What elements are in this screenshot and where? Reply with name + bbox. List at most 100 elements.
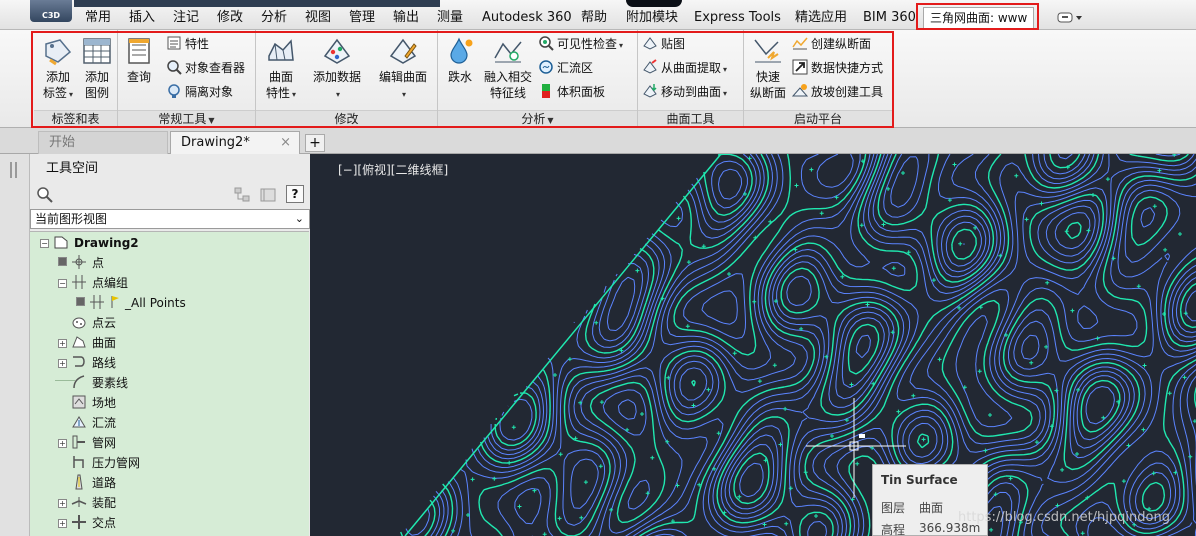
tree-item-assemblies[interactable]: + 装配 [58,493,116,513]
catchment-area-label: 汇流区 [557,61,594,75]
add-labels-button[interactable]: 添加 标签 ▾ [38,36,78,103]
volume-panel-button[interactable]: 体积面板 [538,82,605,102]
hierarchy-icon[interactable] [234,187,250,203]
object-viewer-label: 对象查看器 [185,61,246,75]
view-dropdown[interactable]: 当前图形视图 ⌄ [30,209,310,229]
tree-item-points[interactable]: 点 [58,253,104,273]
query-button[interactable]: 查询 [120,36,158,85]
dropdown-caret-icon: ▾ [401,90,406,99]
panel-title-analysis-text: 分析 [521,112,546,126]
tab-drawing2[interactable]: Drawing2* × [170,131,300,154]
tree-item-surfaces[interactable]: + 曲面 [58,333,116,353]
panel-title-general[interactable]: 常规工具 ▼ [118,110,255,126]
tree-item-pipe-networks[interactable]: + 管网 [58,433,116,453]
tree-item-pressure-networks[interactable]: 压力管网 [58,453,140,473]
add-data-button[interactable]: 添加数据 ▾ [308,36,366,103]
catchment-feature-line-button[interactable]: 融入相交 特征线 [480,36,536,101]
panel-title-analysis[interactable]: 分析 ▼ [438,110,637,126]
tree-item-intersections[interactable]: + 交点 [58,513,116,533]
menu-bar: C3D 常用 插入 注记 修改 分析 视图 管理 输出 测量 Autodesk … [0,0,1196,30]
expand-icon[interactable]: + [58,359,67,368]
surface-icon [72,336,86,348]
tab-start[interactable]: 开始 [38,131,168,154]
tree-item-point-clouds[interactable]: 点云 [58,313,116,333]
tree-root-label: Drawing2 [74,236,139,250]
tree-item-catchments[interactable]: 汇流 [58,413,116,433]
add-legend-line2: 图例 [84,86,109,100]
expand-icon[interactable]: + [58,499,67,508]
menu-tab-express-tools[interactable]: Express Tools [694,9,781,27]
menu-tab-home[interactable]: 常用 [85,9,111,27]
panel-title-modify: 修改 [256,110,437,126]
menu-tab-output[interactable]: 输出 [393,9,419,27]
viewport-controls-label[interactable]: [−][俯视][二维线框] [338,161,448,178]
menu-tab-insert[interactable]: 插入 [129,9,155,27]
close-icon[interactable]: × [280,132,291,154]
feature-line-icon [494,41,522,63]
water-drop-button[interactable]: 跌水 [442,36,478,85]
panel-title-labels: 标签和表 [34,110,117,126]
add-legend-button[interactable]: 添加 图例 [78,36,116,101]
water-drop-label: 跌水 [447,70,472,84]
catchment-icon [72,416,86,428]
menu-tab-analyze[interactable]: 分析 [261,9,287,27]
ribbon-minimize-toggle[interactable] [1057,11,1085,25]
menu-tab-featured-apps[interactable]: 精选应用 [795,9,847,27]
tree-item-feature-lines[interactable]: 要素线 [58,373,128,393]
tree-item-label: 要素线 [92,376,129,390]
tree-item-all-points[interactable]: _All Points [76,293,186,313]
tree-root-drawing2[interactable]: − Drawing2 [40,233,139,253]
drape-image-button[interactable]: 贴图 [642,34,685,54]
search-icon[interactable] [36,186,54,204]
drape-icon [643,37,657,50]
tree-item-corridors[interactable]: 道路 [58,473,116,493]
tree-item-sites[interactable]: 场地 [58,393,116,413]
menu-tab-annotate[interactable]: 注记 [173,9,199,27]
create-profile-button[interactable]: 创建纵断面 [792,34,871,54]
panel-analysis: 跌水 融入相交 特征线 可见性检查 ▾ 汇流区 体积面板 分析 ▼ [438,30,638,128]
tree-item-alignments[interactable]: + 路线 [58,353,116,373]
panel-expand-caret-icon: ▼ [208,116,215,125]
expand-icon[interactable]: + [58,439,67,448]
quick-profile-button[interactable]: 快速 纵断面 [746,36,790,101]
isolate-objects-button[interactable]: 隔离对象 [166,82,233,102]
expand-icon[interactable]: + [58,339,67,348]
move-to-surface-button[interactable]: 移动到曲面 ▾ [642,82,727,102]
object-viewer-button[interactable]: 对象查看器 [166,58,245,78]
properties-button[interactable]: 特性 [166,34,209,54]
move-to-surface-icon [643,84,657,98]
menu-tab-addins[interactable]: 附加模块 [626,9,678,27]
catchment-area-button[interactable]: 汇流区 [538,58,593,78]
volume-panel-label: 体积面板 [557,85,606,99]
list-view-icon[interactable] [260,187,276,203]
collapse-icon[interactable]: − [58,279,67,288]
edit-surface-button[interactable]: 编辑曲面 ▾ [372,36,434,103]
application-button[interactable]: C3D [30,0,72,22]
help-button[interactable]: ? [286,185,304,203]
grip-icon[interactable] [10,162,20,178]
new-tab-button[interactable]: + [305,134,325,152]
visibility-check-button[interactable]: 可见性检查 ▾ [538,34,623,54]
menu-tab-help[interactable]: 帮助 [581,9,607,27]
toolspace-panel: 工具空间 ? 当前图形视图 ⌄ − Drawing2 点 − 点编组 _All Po… [30,154,340,536]
menu-tab-modify[interactable]: 修改 [217,9,243,27]
grading-tool-button[interactable]: 放坡创建工具 [792,82,883,102]
drawing-viewport[interactable]: [−][俯视][二维线框] Tin Surface 图层 曲面 高程 366.9… [310,154,1196,536]
menu-tab-tin-surface[interactable]: 三角网曲面: www [923,7,1035,29]
tree-item-point-groups[interactable]: − 点编组 [58,273,128,293]
data-shortcut-button[interactable]: 数据快捷方式 [792,58,883,78]
surface-properties-button[interactable]: 曲面 特性 ▾ [260,36,302,103]
menu-tab-autodesk360[interactable]: Autodesk 360 [482,9,572,27]
add-legend-line1: 添加 [84,70,109,84]
menu-tab-bim360[interactable]: BIM 360 [863,9,916,27]
extract-from-surface-button[interactable]: 从曲面提取 ▾ [642,58,727,78]
collapse-icon[interactable]: − [40,239,49,248]
tree-item-label: 路线 [92,356,117,370]
menu-tab-survey[interactable]: 测量 [437,9,463,27]
menu-tab-view[interactable]: 视图 [305,9,331,27]
menu-tab-manage[interactable]: 管理 [349,9,375,27]
expand-icon[interactable]: + [58,519,67,528]
